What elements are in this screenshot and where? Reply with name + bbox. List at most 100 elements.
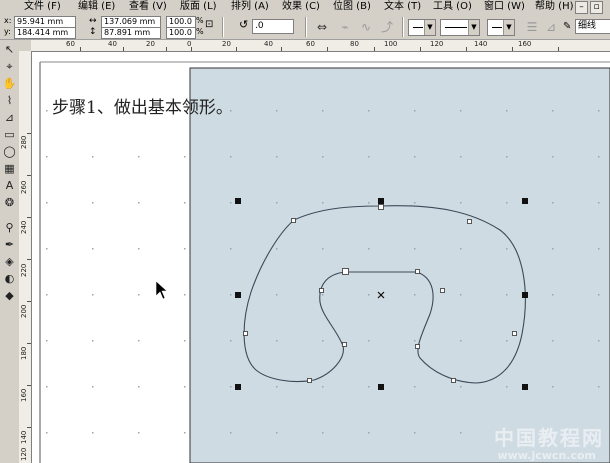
grid-dot — [598, 294, 600, 296]
grid-dot — [460, 386, 462, 388]
grid-dot — [230, 156, 232, 158]
grid-dot — [46, 340, 48, 342]
scale-y-field[interactable]: 100.0 — [166, 27, 196, 39]
menu-file[interactable]: 文件 (F) — [24, 1, 61, 13]
paint-bucket-tool-icon[interactable]: ◆ — [2, 288, 17, 303]
grid-dot — [230, 432, 232, 434]
grid-dot — [46, 110, 48, 112]
convert-curve-icon[interactable]: ⤴ — [378, 18, 396, 36]
height-field[interactable]: 87.891 mm — [101, 27, 161, 39]
toolbox: ↖ ⌖ ✋ ⌇ ⊿ ▭ ◯ ▦ A ❂ ⚲ ✒ ◈ ◐ ◆ — [0, 40, 20, 463]
grid-dot — [46, 432, 48, 434]
x-label: x: — [4, 16, 12, 25]
grid-dot — [322, 340, 324, 342]
grid-dot — [184, 156, 186, 158]
menu-edit[interactable]: 编辑 (E) — [78, 1, 115, 13]
grid-dot — [138, 248, 140, 250]
text-tool-icon[interactable]: A — [2, 178, 17, 193]
wrap-text-icon[interactable]: ☰ — [523, 18, 541, 36]
grid-dot — [414, 340, 416, 342]
menu-tools[interactable]: 工具 (O) — [433, 1, 472, 13]
vertical-ruler[interactable]: 280 260 240 220 200 180 160 140 120 — [19, 51, 32, 463]
menu-arrange[interactable]: 排列 (A) — [231, 1, 269, 13]
outline-width-field[interactable]: 细线 — [575, 19, 610, 34]
eyedropper-tool-icon[interactable]: ⚲ — [2, 220, 17, 235]
minimize-button[interactable]: – — [575, 1, 588, 14]
y-label: y: — [4, 27, 11, 36]
height-icon: ↕ — [89, 27, 97, 37]
drawing-workspace[interactable]: 步骤1、做出基本领形。 中国教程网 www.jcwcn.com — [32, 52, 610, 463]
grid-dot — [322, 432, 324, 434]
menu-bitmaps[interactable]: 位图 (B) — [333, 1, 371, 13]
v-ruler-label: 260 — [20, 180, 28, 194]
grid-dot — [322, 156, 324, 158]
grid-dot — [230, 386, 232, 388]
h-ruler-label: 60 — [66, 40, 75, 48]
mirror-horizontal-icon[interactable]: ⇔ — [313, 18, 331, 36]
interactive-tool-icon[interactable]: ❂ — [2, 195, 17, 210]
grid-dot — [322, 110, 324, 112]
menu-view[interactable]: 查看 (V) — [129, 1, 167, 13]
grid-dot — [506, 340, 508, 342]
line-style-select[interactable]: ▼ — [440, 19, 480, 36]
horizontal-ruler[interactable]: 60 40 20 0 20 40 60 80 100 120 140 160 — [31, 40, 610, 52]
grid-dot — [184, 202, 186, 204]
grid-dot — [552, 202, 554, 204]
restore-button[interactable]: ▫ — [590, 1, 603, 14]
freehand-tool-icon[interactable]: ⌇ — [2, 93, 17, 108]
menu-layout[interactable]: 版面 (L) — [180, 1, 217, 13]
smart-fill-tool-icon[interactable]: ⊿ — [2, 110, 17, 125]
pan-tool-icon[interactable]: ✋ — [2, 76, 17, 91]
grid-dot — [276, 156, 278, 158]
grid-dot — [598, 202, 600, 204]
menu-effects[interactable]: 效果 (C) — [282, 1, 320, 13]
shape-tool-icon[interactable]: ⌖ — [2, 59, 17, 74]
interactive-fill-tool-icon[interactable]: ◐ — [2, 271, 17, 286]
grid-dot — [184, 294, 186, 296]
grid-dot — [460, 432, 462, 434]
grid-dot — [92, 248, 94, 250]
grid-dot — [460, 110, 462, 112]
grid-dot — [598, 156, 600, 158]
grid-dot — [552, 110, 554, 112]
grid-dot — [46, 156, 48, 158]
node-tool-icon[interactable]: ⌁ — [336, 18, 354, 36]
menu-window[interactable]: 窗口 (W) — [484, 1, 525, 13]
pick-tool-icon[interactable]: ↖ — [2, 42, 17, 57]
grid-dot — [184, 432, 186, 434]
grid-dot — [92, 340, 94, 342]
y-position-field[interactable]: 184.414 mm — [14, 27, 76, 39]
polygon-tool-icon[interactable]: ▦ — [2, 161, 17, 176]
grid-dot — [276, 340, 278, 342]
line-start-arrow-select[interactable]: ▼ — [408, 19, 436, 36]
v-ruler-label: 220 — [20, 263, 28, 277]
grid-dot — [184, 386, 186, 388]
grid-dot — [322, 386, 324, 388]
grid-dot — [138, 386, 140, 388]
outline-tool-icon[interactable]: ✒ — [2, 237, 17, 252]
outline-pen-icon[interactable]: ✎ — [563, 22, 571, 32]
grid-dot — [138, 340, 140, 342]
grid-dot — [552, 156, 554, 158]
fill-tool-icon[interactable]: ◈ — [2, 254, 17, 269]
h-ruler-label: 80 — [350, 40, 359, 48]
grid-dot — [92, 156, 94, 158]
grid-dot — [46, 386, 48, 388]
grid-dot — [276, 110, 278, 112]
grid-dot — [138, 202, 140, 204]
lock-ratio-icon[interactable]: ⊡ — [205, 20, 213, 30]
line-end-arrow-select[interactable]: ▼ — [487, 19, 515, 36]
curve-tool-icon[interactable]: ∿ — [357, 18, 375, 36]
width-icon: ↔ — [89, 16, 97, 26]
grid-dot — [276, 386, 278, 388]
rotation-angle-field[interactable]: .0 — [252, 19, 294, 34]
grid-dot — [230, 202, 232, 204]
rectangle-tool-icon[interactable]: ▭ — [2, 127, 17, 142]
menu-help[interactable]: 帮助 (H) — [535, 1, 574, 13]
grid-dot — [460, 340, 462, 342]
bezier-options-icon[interactable]: ⊿ — [542, 18, 560, 36]
ellipse-tool-icon[interactable]: ◯ — [2, 144, 17, 159]
mouse-cursor-icon — [155, 280, 168, 300]
h-ruler-label: 140 — [474, 40, 488, 48]
menu-text[interactable]: 文本 (T) — [384, 1, 421, 13]
